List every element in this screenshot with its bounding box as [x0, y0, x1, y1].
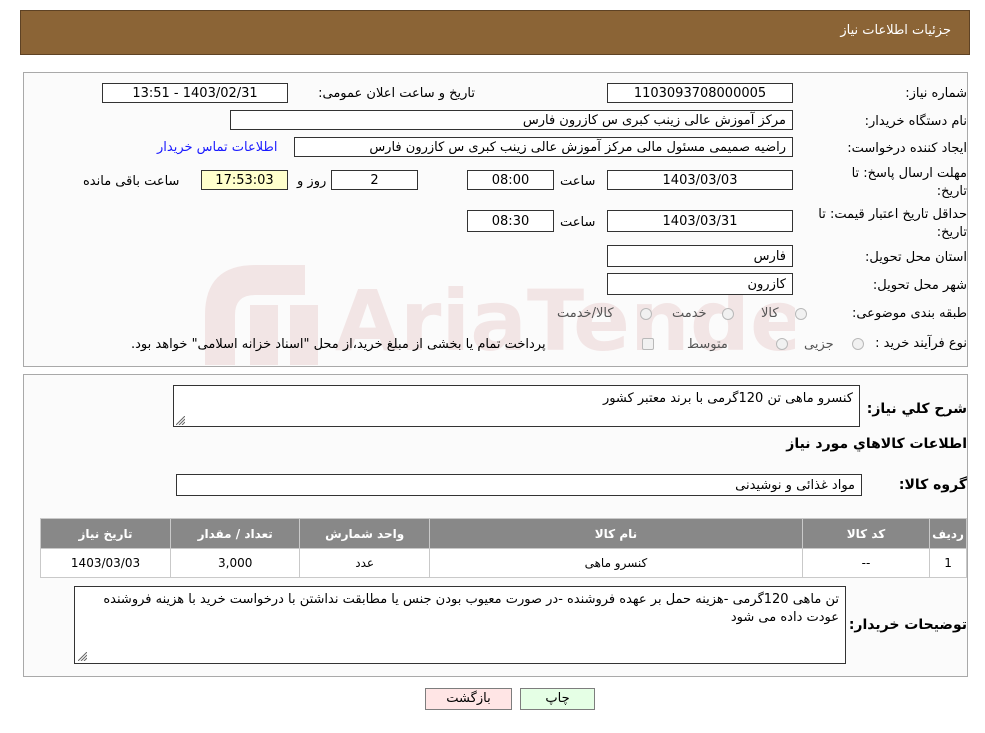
remaining-time-field: 17:53:03	[201, 170, 288, 190]
need-number-label: شماره نیاز:	[905, 86, 967, 101]
goods-group-label: گروه کالا:	[898, 477, 967, 493]
category-radio-goods-service[interactable]	[640, 308, 652, 320]
process-option-minor: جزیی	[804, 337, 834, 352]
buyer-notes-label: توضیحات خریدار:	[848, 617, 967, 633]
deadline-time-field: 08:00	[467, 170, 554, 190]
days-label: روز و	[297, 174, 327, 189]
category-label: طبقه بندی موضوعی:	[851, 306, 967, 321]
deadline-label-date: تاریخ:	[936, 184, 967, 199]
creator-field: راضیه صمیمی مسئول مالی مرکز آموزش عالی ز…	[294, 137, 793, 157]
col-need-date: تاریخ نیاز	[39, 518, 172, 549]
resize-grip-icon[interactable]	[78, 652, 87, 661]
resize-grip-icon[interactable]	[176, 416, 185, 425]
category-option-goods-service: کالا/خدمت	[557, 306, 614, 321]
table-row: 1 -- کنسرو ماهی عدد 3,000 1403/03/03	[39, 548, 967, 578]
category-radio-service[interactable]	[722, 308, 734, 320]
process-treasury-note: پرداخت تمام یا بخشی از مبلغ خرید،از محل …	[131, 337, 546, 352]
cell-row-no: 1	[929, 548, 967, 578]
validity-time-field: 08:30	[467, 210, 554, 232]
summary-label: شرح کلي نياز:	[866, 401, 967, 417]
col-item-name: نام کالا	[428, 518, 803, 549]
announce-datetime-field: 1403/02/31 - 13:51	[102, 83, 288, 103]
province-field: فارس	[607, 245, 793, 267]
col-quantity: تعداد / مقدار	[170, 518, 301, 549]
summary-textarea[interactable]: کنسرو ماهی تن 120گرمی با برند معتبر کشور	[173, 385, 860, 427]
remaining-days-field: 2	[331, 170, 418, 190]
cell-quantity: 3,000	[170, 548, 301, 578]
col-item-code: کد کالا	[801, 518, 931, 549]
remaining-label: ساعت باقی مانده	[83, 174, 180, 189]
deadline-label: مهلت ارسال پاسخ: تا	[851, 166, 967, 181]
need-number-field: 1103093708000005	[607, 83, 793, 103]
buyer-notes-textarea[interactable]: تن ماهی 120گرمی -هزینه حمل بر عهده فروشن…	[74, 586, 846, 664]
cell-item-name: کنسرو ماهی	[428, 548, 803, 578]
col-row-no: ردیف	[929, 518, 967, 549]
announce-datetime-label: تاریخ و ساعت اعلان عمومی:	[318, 86, 475, 101]
goods-group-field: مواد غذائی و نوشیدنی	[176, 474, 862, 496]
process-type-label: نوع فرآیند خرید :	[875, 336, 967, 351]
cell-need-date: 1403/03/03	[39, 548, 172, 578]
items-table-header: ردیف کد کالا نام کالا واحد شمارش تعداد /…	[39, 518, 967, 549]
creator-label: ایجاد کننده درخواست:	[847, 141, 967, 156]
validity-time-label: ساعت	[560, 215, 596, 230]
summary-text: کنسرو ماهی تن 120گرمی با برند معتبر کشور	[602, 391, 853, 406]
city-field: کازرون	[607, 273, 793, 295]
validity-date-field: 1403/03/31	[607, 210, 793, 232]
category-option-service: خدمت	[672, 306, 707, 321]
process-option-medium: متوسط	[687, 337, 728, 352]
deadline-date-field: 1403/03/03	[607, 170, 793, 190]
process-radio-minor[interactable]	[852, 338, 864, 350]
page-title: جزئیات اطلاعات نیاز	[840, 23, 951, 38]
goods-info-title: اطلاعات کالاهاي مورد نياز	[786, 436, 967, 452]
buyer-org-field: مرکز آموزش عالی زینب کبری س کازرون فارس	[230, 110, 793, 130]
category-option-goods: کالا	[761, 306, 779, 321]
buyer-notes-text: تن ماهی 120گرمی -هزینه حمل بر عهده فروشن…	[103, 592, 839, 625]
validity-label-date: تاریخ:	[936, 225, 967, 240]
print-button[interactable]: چاپ	[520, 688, 595, 710]
page-header: جزئیات اطلاعات نیاز	[20, 10, 970, 55]
city-label: شهر محل تحویل:	[872, 278, 967, 293]
buyer-org-label: نام دستگاه خریدار:	[864, 114, 967, 129]
buyer-contact-link[interactable]: اطلاعات تماس خریدار	[157, 140, 277, 155]
category-radio-goods[interactable]	[795, 308, 807, 320]
deadline-time-label: ساعت	[560, 174, 596, 189]
items-table: ردیف کد کالا نام کالا واحد شمارش تعداد /…	[39, 518, 967, 578]
process-radio-medium[interactable]	[776, 338, 788, 350]
back-button[interactable]: بازگشت	[425, 688, 512, 710]
validity-label: حداقل تاریخ اعتبار قیمت: تا	[818, 207, 967, 222]
col-unit: واحد شمارش	[299, 518, 430, 549]
cell-item-code: --	[801, 548, 931, 578]
province-label: استان محل تحویل:	[865, 250, 967, 265]
cell-unit: عدد	[299, 548, 430, 578]
process-checkbox-treasury[interactable]	[642, 338, 654, 350]
